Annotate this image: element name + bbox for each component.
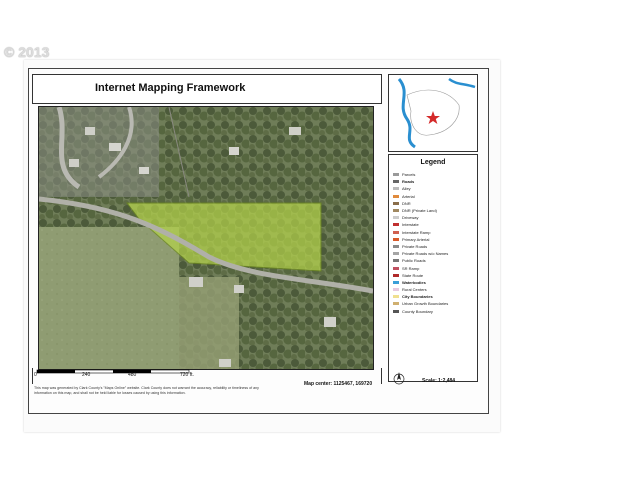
legend-item-label: Alley [402,186,411,192]
legend-swatch [393,216,399,220]
legend-swatch [393,201,399,205]
legend-swatch [393,230,399,234]
legend-item: Primary Arterial [393,236,477,243]
legend-swatch [393,266,399,270]
legend-item: Private Roads [393,243,477,250]
legend-item-label: Rural Centers [402,287,427,293]
legend-item-label: State Route [402,272,424,278]
legend-swatch [393,223,399,227]
legend-swatch [393,173,399,177]
legend-item-label: Waterbodies [402,279,426,285]
legend-item: Alley [393,185,477,192]
legend-item-label: Roads [402,179,415,185]
legend-panel: Legend Parcels Roads Alley Arterial DNR DNR (… [388,154,478,382]
copyright-watermark: © 2013 [4,44,50,60]
legend-item: County Boundary [393,308,477,315]
map-center-readout: Map center: 1125467, 169720 [304,381,373,387]
legend-item: Urban Growth Boundaries [393,300,477,307]
legend-swatch [393,180,399,184]
north-arrow-icon [392,370,406,391]
scale-tick-0: 0 [34,372,37,378]
legend-item-label: City Boundaries [402,294,433,300]
legend-item: Roads [393,178,477,185]
legend-item-label: Parcels [402,172,416,178]
legend-item: Arterial [393,193,477,200]
legend-item-label: Arterial [402,193,415,199]
locator-inset [388,74,478,152]
legend-swatch [393,209,399,213]
legend-item-label: DNR (Private Land) [402,208,437,214]
legend-swatch [393,194,399,198]
scale-tick-720: 720 ft. [180,372,194,378]
disclaimer-text: This map was generated by Clark County's… [34,386,259,395]
legend-list: Parcels Roads Alley Arterial DNR DNR (Private… [393,171,477,315]
legend-item: SR Ramp [393,264,477,271]
legend-item-label: Driveway [402,215,419,221]
legend-item: State Route [393,272,477,279]
legend-item: Interstate Ramp [393,229,477,236]
legend-item-label: Interstate [402,222,419,228]
legend-item-label: Private Roads w/o Names [402,251,449,257]
legend-item-label: County Boundary [402,308,433,314]
legend-swatch [393,244,399,248]
legend-item: Private Roads w/o Names [393,250,477,257]
legend-swatch [393,187,399,191]
aerial-photo [39,107,373,369]
legend-item-label: Private Roads [402,243,428,249]
legend-swatch [393,252,399,256]
scale-ratio: Scale: 1:2,484 [422,378,456,384]
legend-item: Driveway [393,214,477,221]
legend-swatch [393,237,399,241]
legend-swatch [393,280,399,284]
aerial-map [38,106,374,370]
legend-item-label: SR Ramp [402,265,420,271]
legend-item-label: Interstate Ramp [402,229,431,235]
legend-item-label: Public Roads [402,258,426,264]
legend-item-label: Primary Arterial [402,236,430,242]
scale-tick-240: 240 [82,372,91,378]
map-title: Internet Mapping Framework [95,82,246,94]
legend-item-label: Urban Growth Boundaries [402,301,449,307]
legend-item: City Boundaries [393,293,477,300]
legend-swatch [393,273,399,277]
scale-tick-480: 480 [128,372,137,378]
title-box: Internet Mapping Framework [32,74,382,104]
legend-swatch [393,309,399,313]
legend-item-label: DNR [402,200,411,206]
legend-item: Public Roads [393,257,477,264]
legend-item: DNR [393,200,477,207]
legend-swatch [393,259,399,263]
legend-title: Legend [420,159,446,166]
legend-item: Waterbodies [393,279,477,286]
legend-swatch [393,288,399,292]
legend-item: Rural Centers [393,286,477,293]
locator-map [389,75,477,151]
legend-item: DNR (Private Land) [393,207,477,214]
legend-item: Interstate [393,221,477,228]
legend-item: Parcels [393,171,477,178]
legend-swatch [393,295,399,299]
legend-swatch [393,302,399,306]
